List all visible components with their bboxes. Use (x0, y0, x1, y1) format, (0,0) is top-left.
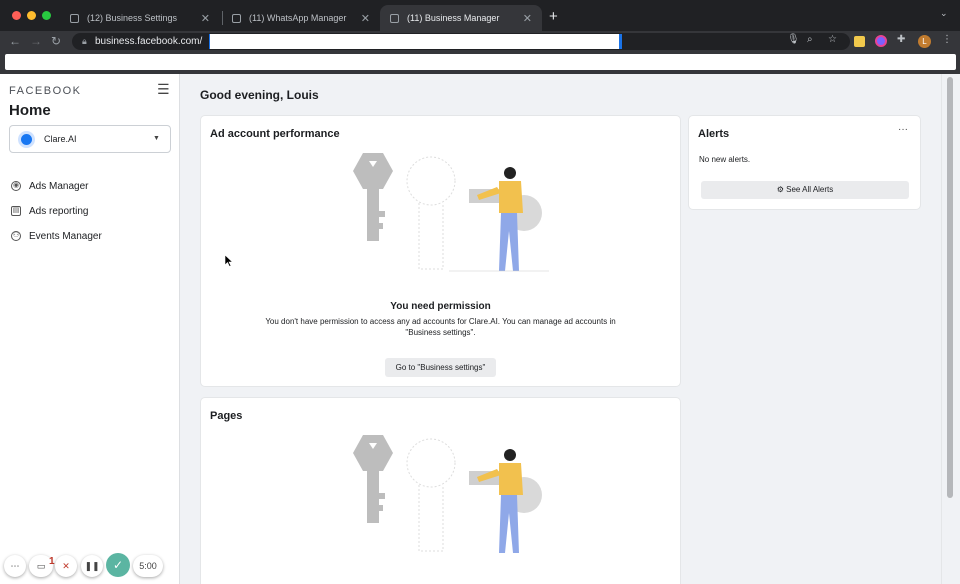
address-bar[interactable]: 🔒︎ business.facebook.com/ (72, 33, 850, 50)
ads-reporting-icon: ▤ (11, 206, 21, 216)
forward-icon[interactable]: → (30, 34, 42, 48)
account-name: Clare.AI (44, 134, 77, 144)
plus-icon[interactable]: + (549, 8, 558, 25)
sidebar-item-label: Ads reporting (29, 205, 89, 217)
close-icon[interactable]: ✕ (361, 12, 370, 25)
tab-business-settings[interactable]: (12) Business Settings ✕ (60, 5, 220, 31)
delete-icon[interactable]: ✕ (55, 555, 77, 577)
puzzle-icon[interactable]: ✚ (897, 34, 905, 45)
card-title: Alerts (698, 128, 730, 140)
chevron-down-icon[interactable]: ⌄ (940, 8, 948, 19)
pages-card: Pages (201, 398, 680, 584)
close-icon[interactable]: ✕ (201, 12, 210, 25)
zoom-icon[interactable]: ⌕ (807, 34, 813, 45)
gear-icon: ⚙ (776, 185, 784, 194)
sidebar-item-label: Ads Manager (29, 180, 89, 192)
ads-manager-icon: ◉ (11, 181, 21, 191)
lock-icon: 🔒︎ (82, 36, 87, 46)
close-window-button[interactable] (12, 11, 21, 20)
permission-message: You don't have permission to access any … (265, 317, 616, 337)
menu-icon[interactable]: ☰ (157, 81, 170, 98)
greeting-heading: Good evening, Louis (200, 88, 319, 102)
ad-account-performance-card: Ad account performance You need permissi… (201, 116, 680, 386)
sidebar-item-ads-manager[interactable]: ◉ Ads Manager (11, 178, 88, 194)
events-manager-icon: ⚇ (11, 231, 21, 241)
permission-key-illustration (353, 153, 549, 272)
page-title: Home (9, 102, 51, 119)
reload-icon[interactable]: ↻ (51, 34, 61, 48)
sidebar-item-label: Events Manager (29, 230, 102, 242)
microphone-icon[interactable]: 🎙︎ (787, 34, 800, 45)
card-title: Pages (210, 410, 243, 422)
close-icon[interactable]: ✕ (523, 12, 532, 25)
go-to-business-settings-button[interactable]: Go to "Business settings" (385, 358, 496, 377)
scrollbar[interactable] (941, 74, 960, 584)
permission-key-illustration (353, 435, 542, 553)
more-vert-icon[interactable]: ⋮ (942, 34, 952, 45)
alerts-card: Alerts ··· No new alerts. ⚙ See All Aler… (689, 116, 920, 209)
tab-label: (11) WhatsApp Manager (249, 13, 347, 23)
page-icon (390, 13, 399, 23)
bookmark-star-icon[interactable]: ☆ (828, 34, 837, 45)
scroll-thumb[interactable] (947, 77, 953, 498)
pause-icon[interactable]: ❚❚ (81, 555, 103, 577)
avatar[interactable]: L (918, 35, 931, 48)
button-label: See All Alerts (786, 185, 834, 194)
account-selector[interactable]: Clare.AI ▼ (9, 125, 171, 153)
browser-toolbar: ← → ↻ 🔒︎ business.facebook.com/ 🎙︎ ⌕ ☆ ✚… (0, 31, 960, 52)
collapse-icon[interactable]: ⋯ (4, 555, 26, 577)
sidebar: FACEBOOK ☰ Home Clare.AI ▼ ◉ Ads Manager… (0, 74, 180, 584)
back-icon[interactable]: ← (9, 34, 21, 48)
permission-title: You need permission (390, 301, 491, 312)
caret-down-icon: ▼ (153, 135, 160, 142)
facebook-logo[interactable]: FACEBOOK (9, 85, 82, 97)
tab-whatsapp-manager[interactable]: (11) WhatsApp Manager ✕ (222, 5, 380, 31)
page-icon (70, 13, 79, 23)
alerts-empty-message: No new alerts. (699, 155, 751, 164)
finish-recording-icon[interactable]: ✓ (106, 553, 130, 577)
page-icon (232, 13, 241, 23)
tab-label: (12) Business Settings (87, 13, 178, 23)
recording-timer: 5:00 (133, 555, 163, 577)
tab-label: (11) Business Manager (407, 13, 500, 23)
minimize-window-button[interactable] (27, 11, 36, 20)
extension-icon[interactable] (854, 36, 865, 47)
bookmarks-bar (0, 52, 960, 74)
url-text[interactable]: business.facebook.com/ (95, 36, 202, 47)
more-options-icon[interactable]: ··· (898, 124, 908, 135)
maximize-window-button[interactable] (42, 11, 51, 20)
recording-count-badge: 1 (49, 556, 55, 567)
url-selection (209, 34, 622, 49)
bookmarks-strip (5, 54, 956, 70)
sidebar-item-ads-reporting[interactable]: ▤ Ads reporting (11, 203, 88, 219)
browser-tab-bar: (12) Business Settings ✕ (11) WhatsApp M… (0, 0, 960, 31)
see-all-alerts-button[interactable]: ⚙ See All Alerts (701, 181, 909, 199)
business-manager-page: FACEBOOK ☰ Home Clare.AI ▼ ◉ Ads Manager… (0, 74, 960, 584)
extension-icon[interactable] (875, 35, 887, 47)
mouse-cursor-icon (225, 255, 233, 267)
screen-recorder-controls: ⋯ ▭ 1 ✕ ❚❚ ✓ 5:00 (0, 551, 180, 581)
sidebar-item-events-manager[interactable]: ⚇ Events Manager (11, 228, 102, 244)
account-avatar (18, 131, 35, 148)
tab-business-manager[interactable]: (11) Business Manager ✕ (380, 5, 542, 31)
card-title: Ad account performance (210, 128, 340, 140)
